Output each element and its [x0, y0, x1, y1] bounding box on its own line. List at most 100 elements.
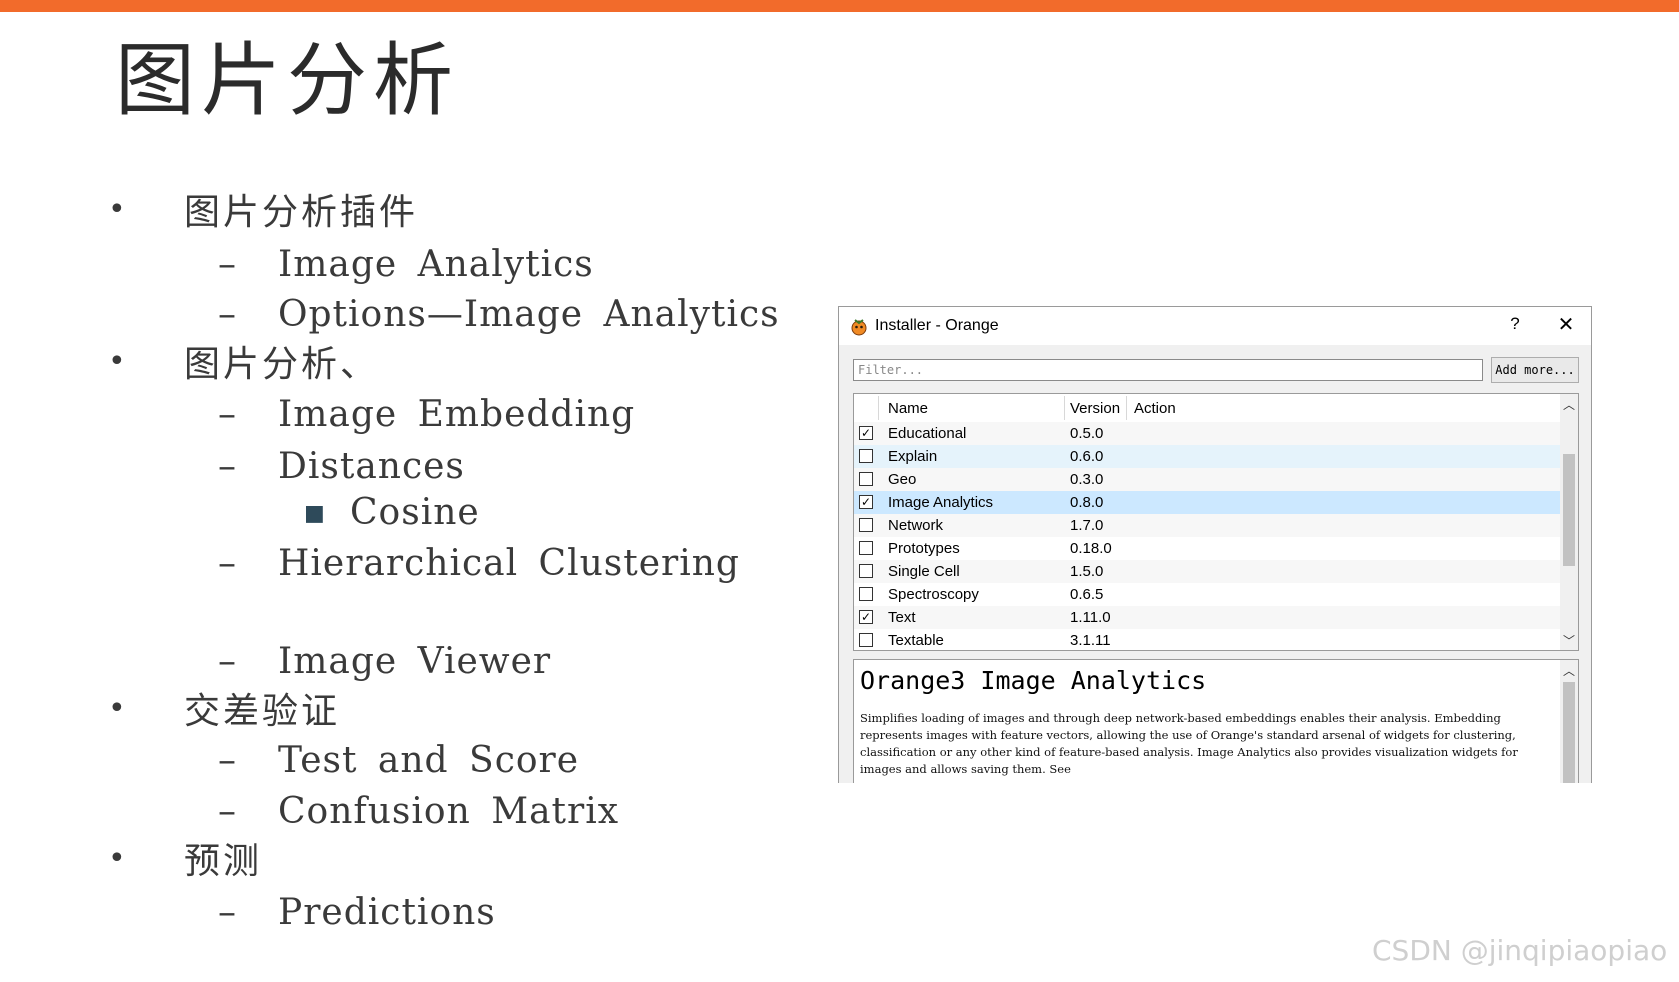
package-name: Geo	[888, 471, 917, 488]
add-more-button[interactable]: Add more...	[1491, 357, 1579, 383]
package-name: Textable	[888, 632, 944, 649]
package-row[interactable]: Network 1.7.0	[854, 514, 1560, 537]
package-row[interactable]: Explain 0.6.0	[854, 445, 1560, 468]
outline-item-level-2: – Test and Score	[218, 740, 580, 781]
package-row[interactable]: ✓ Educational 0.5.0	[854, 422, 1560, 445]
outline-item-level-2: – Predictions	[218, 892, 496, 933]
package-version: 0.8.0	[1070, 494, 1104, 511]
bullet-marker: –	[218, 294, 236, 335]
package-name: Spectroscopy	[888, 586, 979, 603]
package-version: 3.1.11	[1070, 632, 1111, 649]
outline-item-text: Confusion Matrix	[278, 791, 620, 832]
bullet-marker: ■	[304, 501, 325, 526]
slide-title: 图片分析	[115, 34, 459, 127]
outline-item-level-2: – Hierarchical Clustering	[218, 543, 740, 584]
description-panel: Orange3 Image Analytics Simplifies loadi…	[853, 659, 1579, 783]
bullet-marker: –	[218, 892, 236, 933]
column-header-name[interactable]: Name	[888, 400, 928, 417]
outline-item-text: Predictions	[278, 892, 496, 933]
package-checkbox[interactable]: ✓	[859, 610, 873, 624]
package-row[interactable]: Textable 3.1.11	[854, 629, 1560, 650]
outline-item-text: Hierarchical Clustering	[278, 543, 740, 584]
package-version: 1.5.0	[1070, 563, 1104, 580]
scrollbar-thumb[interactable]	[1563, 682, 1575, 783]
column-header-version[interactable]: Version	[1070, 400, 1120, 417]
package-name: Text	[888, 609, 916, 626]
package-version: 0.18.0	[1070, 540, 1112, 557]
outline-item-text: 图片分析插件	[184, 192, 419, 233]
bullet-marker: –	[218, 543, 236, 584]
outline-item-level-1: • 图片分析插件	[108, 192, 419, 233]
outline-item-text: Test and Score	[278, 740, 580, 781]
orange-app-icon	[851, 319, 867, 336]
column-separator	[878, 396, 879, 420]
package-checkbox[interactable]	[859, 633, 873, 647]
installer-window: Installer - Orange ? ✕ Filter... Add mor…	[838, 306, 1592, 783]
outline-item-level-2: – Image Viewer	[218, 644, 551, 680]
package-checkbox[interactable]	[859, 541, 873, 555]
package-checkbox[interactable]	[859, 472, 873, 486]
description-body: Simplifies loading of images and through…	[860, 711, 1518, 776]
outline-item-text: 预测	[184, 841, 263, 882]
outline-item-text: Image Analytics	[278, 244, 594, 285]
outline-item-level-1: • 交差验证	[108, 691, 341, 732]
package-checkbox[interactable]	[859, 449, 873, 463]
close-button[interactable]: ✕	[1553, 312, 1579, 337]
column-separator	[1126, 396, 1127, 420]
package-checkbox[interactable]	[859, 564, 873, 578]
package-row[interactable]: ✓ Text 1.11.0	[854, 606, 1560, 629]
outline-item-text: Image Embedding	[278, 394, 636, 435]
table-header: Name Version Action	[854, 394, 1560, 422]
package-list-scrollbar[interactable]: ︿ ﹀	[1560, 394, 1578, 650]
package-checkbox[interactable]: ✓	[859, 495, 873, 509]
outline-item-text: Cosine	[350, 492, 480, 533]
bullet-marker: •	[108, 691, 126, 726]
window-title: Installer - Orange	[875, 317, 999, 334]
bullet-marker: –	[218, 394, 236, 435]
column-header-action[interactable]: Action	[1134, 400, 1176, 417]
outline-item-text: 交差验证	[184, 691, 341, 732]
package-checkbox[interactable]	[859, 587, 873, 601]
outline-item-level-2: – Image Embedding	[218, 394, 636, 435]
package-row[interactable]: ✓ Image Analytics 0.8.0	[854, 491, 1560, 514]
package-checkbox[interactable]	[859, 518, 873, 532]
package-name: Single Cell	[888, 563, 960, 580]
package-row[interactable]: Spectroscopy 0.6.5	[854, 583, 1560, 606]
bullet-marker: –	[218, 446, 236, 487]
bullet-marker: •	[108, 841, 126, 876]
outline-item-level-2: – Image Analytics	[218, 244, 594, 285]
bullet-marker: •	[108, 192, 126, 227]
bullet-marker: –	[218, 641, 236, 682]
package-version: 0.5.0	[1070, 425, 1104, 442]
bullet-marker: –	[218, 244, 236, 285]
package-row[interactable]: Prototypes 0.18.0	[854, 537, 1560, 560]
package-name: Educational	[888, 425, 967, 442]
outline-item-level-1: • 图片分析、	[108, 347, 379, 383]
package-checkbox[interactable]: ✓	[859, 426, 873, 440]
package-version: 0.6.5	[1070, 586, 1104, 603]
scrollbar-thumb[interactable]	[1563, 454, 1575, 566]
outline-item-level-3: ■ Cosine	[304, 492, 480, 533]
filter-input[interactable]: Filter...	[853, 359, 1483, 381]
package-version: 1.11.0	[1070, 609, 1111, 626]
help-button[interactable]: ?	[1503, 314, 1527, 334]
outline-item-text: Distances	[278, 446, 465, 487]
outline-item-level-2: – Options—Image Analytics	[218, 297, 780, 333]
scroll-up-arrow-icon[interactable]: ︿	[1560, 662, 1578, 679]
scroll-down-arrow-icon[interactable]: ﹀	[1560, 632, 1578, 649]
outline-item-level-1: • 预测	[108, 841, 263, 882]
scroll-up-arrow-icon[interactable]: ︿	[1560, 396, 1578, 413]
outline-item-level-2: – Confusion Matrix	[218, 791, 620, 832]
package-row[interactable]: Geo 0.3.0	[854, 468, 1560, 491]
package-version: 0.6.0	[1070, 448, 1104, 465]
column-separator	[1064, 396, 1065, 420]
package-table: Name Version Action ✓ Educational 0.5.0 Exp…	[853, 393, 1579, 651]
bullet-marker: –	[218, 791, 236, 832]
package-version: 0.3.0	[1070, 471, 1104, 488]
package-row[interactable]: Single Cell 1.5.0	[854, 560, 1560, 583]
description-title: Orange3 Image Analytics	[860, 666, 1207, 695]
watermark: CSDN @jinqipiaopiao	[1372, 934, 1668, 967]
slide-accent-bar	[0, 0, 1679, 12]
window-titlebar: Installer - Orange ? ✕	[839, 307, 1591, 345]
description-scrollbar[interactable]: ︿	[1560, 660, 1578, 783]
